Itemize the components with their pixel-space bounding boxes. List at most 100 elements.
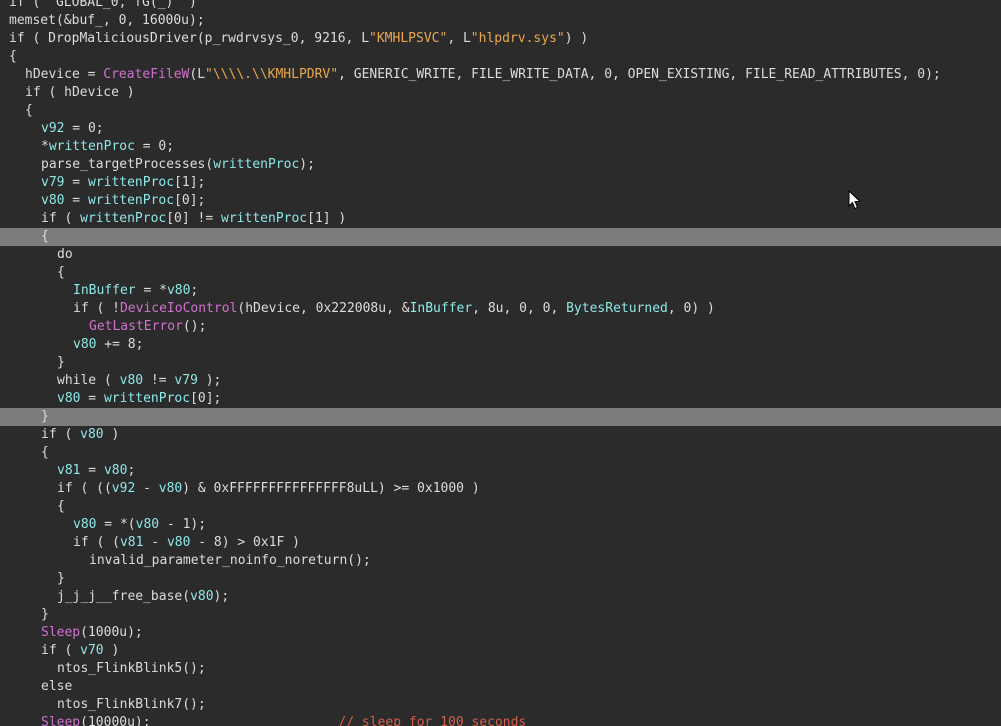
code-text: , L xyxy=(447,31,471,46)
code-line[interactable]: { xyxy=(0,48,1001,66)
code-line[interactable]: v80 += 8; xyxy=(0,336,1001,354)
code-variable[interactable]: v80 xyxy=(73,517,96,532)
code-variable[interactable]: v80 xyxy=(190,589,213,604)
code-line[interactable]: } xyxy=(0,606,1001,624)
code-variable[interactable]: v80 xyxy=(104,463,127,478)
code-api-call[interactable]: GetLastError xyxy=(89,319,183,334)
code-variable[interactable]: v80 xyxy=(167,283,190,298)
code-text: = xyxy=(80,463,104,478)
code-variable[interactable]: v80 xyxy=(57,391,80,406)
code-api-call[interactable]: CreateFileW xyxy=(103,67,189,82)
code-text: ); xyxy=(299,157,315,172)
code-text: (); xyxy=(182,319,207,334)
code-variable[interactable]: v79 xyxy=(41,175,64,190)
code-line[interactable]: parse_targetProcesses(writtenProc); xyxy=(0,156,1001,174)
code-variable[interactable]: v80 xyxy=(41,193,64,208)
code-variable[interactable]: writtenProc xyxy=(104,391,190,406)
code-line[interactable]: if ( (v81 - v80 - 8) > 0x1F ) xyxy=(0,534,1001,552)
code-text: ntos_FlinkBlink5(); xyxy=(57,661,206,676)
code-line[interactable]: invalid_parameter_noinfo_noreturn(); xyxy=(0,552,1001,570)
code-line[interactable]: if ( v70 ) xyxy=(0,642,1001,660)
code-variable[interactable]: v70 xyxy=(80,643,103,658)
code-line[interactable]: j_j_j__free_base(v80); xyxy=(0,588,1001,606)
code-line-highlighted[interactable]: } xyxy=(0,408,1001,426)
code-api-call[interactable]: Sleep xyxy=(41,715,80,726)
code-variable[interactable]: v80 xyxy=(80,427,103,442)
code-text: [0]; xyxy=(190,391,222,406)
code-line[interactable]: if ( writtenProc[0] != writtenProc[1] ) xyxy=(0,210,1001,228)
code-line[interactable]: Sleep(1000u); xyxy=(0,624,1001,642)
code-line[interactable]: if ( hDevice ) xyxy=(0,84,1001,102)
code-line[interactable]: if ( !DeviceIoControl(hDevice, 0x222008u… xyxy=(0,300,1001,318)
code-line[interactable]: v80 = *(v80 - 1); xyxy=(0,516,1001,534)
code-variable[interactable]: writtenProc xyxy=(221,211,307,226)
code-string: "KMHLPSVC" xyxy=(369,31,448,46)
code-line[interactable]: while ( v80 != v79 ); xyxy=(0,372,1001,390)
code-line[interactable]: do xyxy=(0,246,1001,264)
code-variable[interactable]: InBuffer xyxy=(410,301,473,316)
code-text: (hDevice, 0x222008u, & xyxy=(237,301,410,316)
code-variable[interactable]: writtenProc xyxy=(213,157,299,172)
code-line[interactable]: { xyxy=(0,498,1001,516)
code-variable[interactable]: writtenProc xyxy=(49,139,135,154)
code-text: if ( (( xyxy=(57,481,112,496)
code-text: = 0; xyxy=(64,121,104,136)
code-text: (1000u); xyxy=(80,625,143,640)
code-variable[interactable]: v80 xyxy=(167,535,190,550)
code-text: } xyxy=(57,571,65,586)
code-line[interactable]: if ( v80 ) xyxy=(0,426,1001,444)
code-line[interactable]: ntos_FlinkBlink7(); xyxy=(0,696,1001,714)
code-variable[interactable]: v92 xyxy=(41,121,64,136)
code-line[interactable]: GetLastError(); xyxy=(0,318,1001,336)
code-line[interactable]: v92 = 0; xyxy=(0,120,1001,138)
code-variable[interactable]: writtenProc xyxy=(88,193,174,208)
code-api-call[interactable]: Sleep xyxy=(41,625,80,640)
code-line[interactable]: Sleep(10000u); // sleep for 100 seconds xyxy=(0,714,1001,726)
code-text: - 8) > 0x1F ) xyxy=(190,535,300,550)
code-text: ) xyxy=(103,643,120,658)
code-text: - 1); xyxy=(159,517,207,532)
code-variable[interactable]: v80 xyxy=(73,337,96,352)
code-text: [1]; xyxy=(174,175,206,190)
code-line[interactable]: { xyxy=(0,264,1001,282)
code-line[interactable]: } xyxy=(0,570,1001,588)
code-line[interactable]: ntos_FlinkBlink5(); xyxy=(0,660,1001,678)
mouse-cursor-icon xyxy=(848,190,862,210)
code-variable[interactable]: v92 xyxy=(112,481,135,496)
code-line[interactable]: { xyxy=(0,102,1001,120)
code-text: } xyxy=(41,607,49,622)
code-text: } xyxy=(57,355,65,370)
code-text: j_j_j__free_base( xyxy=(57,589,191,604)
code-text: = xyxy=(64,175,88,190)
pseudocode-editor[interactable]: if ( "GLOBAL_0,"fG(_)" ) memset(&buf_, 0,… xyxy=(0,0,1001,726)
code-variable[interactable]: writtenProc xyxy=(80,211,166,226)
code-line[interactable]: v80 = writtenProc[0]; xyxy=(0,390,1001,408)
code-line-highlighted[interactable]: { xyxy=(0,228,1001,246)
code-variable[interactable]: writtenProc xyxy=(88,175,174,190)
code-line[interactable]: if ( "GLOBAL_0,"fG(_)" ) xyxy=(0,0,1001,12)
code-line[interactable]: InBuffer = *v80; xyxy=(0,282,1001,300)
code-text: invalid_parameter_noinfo_noreturn(); xyxy=(89,553,371,568)
code-line[interactable]: memset(&buf_, 0, 16000u); xyxy=(0,12,1001,30)
code-line[interactable]: v81 = v80; xyxy=(0,462,1001,480)
code-line[interactable]: else xyxy=(0,678,1001,696)
code-variable[interactable]: InBuffer xyxy=(73,283,136,298)
code-variable[interactable]: v81 xyxy=(57,463,80,478)
code-line[interactable]: if ( DropMaliciousDriver(p_rwdrvsys_0, 9… xyxy=(0,30,1001,48)
code-line[interactable]: } xyxy=(0,354,1001,372)
code-text: = xyxy=(80,391,104,406)
code-variable[interactable]: v80 xyxy=(120,373,143,388)
code-variable[interactable]: v81 xyxy=(120,535,143,550)
code-line[interactable]: if ( ((v92 - v80) & 0xFFFFFFFFFFFFFFF8uL… xyxy=(0,480,1001,498)
code-line[interactable]: { xyxy=(0,444,1001,462)
code-variable[interactable]: v80 xyxy=(136,517,159,532)
code-line[interactable]: hDevice = CreateFileW(L"\\\\.\\KMHLPDRV"… xyxy=(0,66,1001,84)
code-text: if ( xyxy=(41,427,81,442)
code-api-call[interactable]: DeviceIoControl xyxy=(120,301,237,316)
code-text: = *( xyxy=(96,517,136,532)
code-variable[interactable]: BytesReturned xyxy=(566,301,668,316)
code-variable[interactable]: v80 xyxy=(159,481,182,496)
code-line[interactable]: *writtenProc = 0; xyxy=(0,138,1001,156)
code-variable[interactable]: v79 xyxy=(174,373,197,388)
code-lines: if ( "GLOBAL_0,"fG(_)" ) memset(&buf_, 0,… xyxy=(0,0,1001,726)
